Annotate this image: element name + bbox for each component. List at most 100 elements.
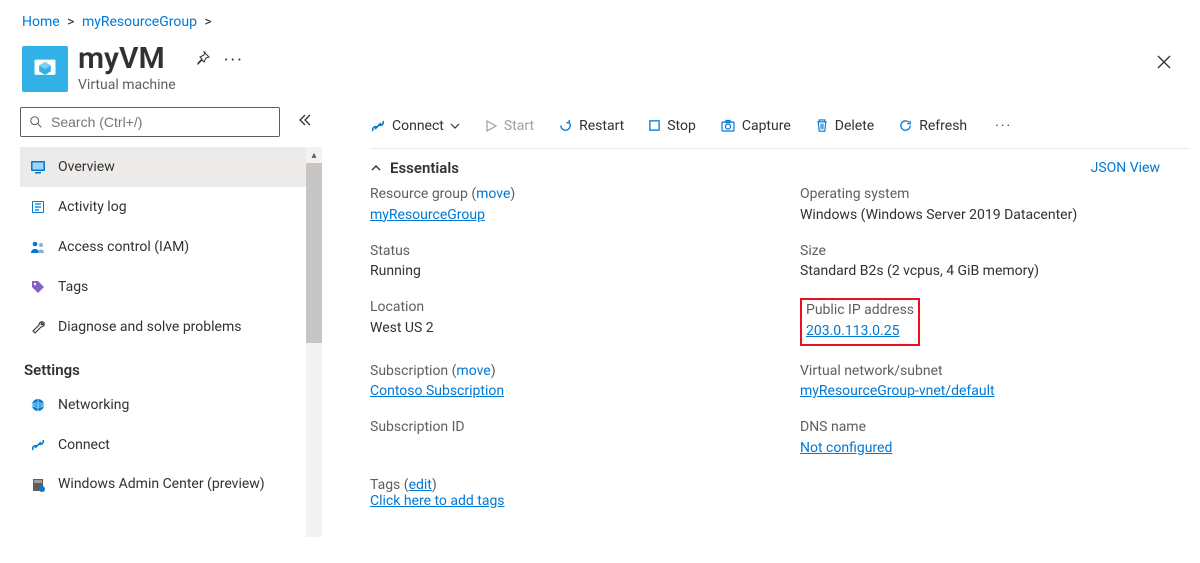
sidebar-item-label: Overview: [58, 159, 115, 175]
page-title: myVM: [78, 42, 176, 75]
size-label: Size: [800, 242, 1190, 262]
start-button[interactable]: Start: [484, 118, 534, 134]
sidebar-section-settings: Settings: [20, 347, 320, 385]
sidebar-item-wac[interactable]: Windows Admin Center (preview): [20, 465, 320, 504]
toolbar-more-button[interactable]: ···: [991, 118, 1016, 134]
sidebar-item-connect[interactable]: Connect: [20, 425, 320, 465]
os-label: Operating system: [800, 185, 1190, 205]
sidebar-item-networking[interactable]: Networking: [20, 385, 320, 425]
wrench-icon: [30, 319, 46, 335]
sidebar-item-label: Connect: [58, 437, 110, 453]
sidebar-item-label: Diagnose and solve problems: [58, 319, 241, 335]
breadcrumb: Home > myResourceGroup >: [0, 0, 1200, 36]
subid-label: Subscription ID: [370, 418, 780, 438]
restart-button[interactable]: Restart: [558, 118, 624, 134]
field-resource-group: Resource group (move) myResourceGroup: [370, 185, 780, 226]
sub-move-link[interactable]: move: [456, 363, 490, 379]
location-value: West US 2: [370, 318, 780, 339]
search-input[interactable]: [43, 108, 279, 136]
connect-label: Connect: [392, 118, 444, 134]
stop-button[interactable]: Stop: [648, 118, 696, 134]
connect-icon: [370, 118, 386, 134]
connect-icon: [30, 437, 46, 453]
sidebar-item-activity-log[interactable]: Activity log: [20, 187, 320, 227]
tag-icon: [30, 279, 46, 295]
tags-add-link[interactable]: Click here to add tags: [370, 493, 505, 509]
field-location: Location West US 2: [370, 298, 780, 346]
sidebar-item-access-control[interactable]: Access control (IAM): [20, 227, 320, 267]
rg-value-link[interactable]: myResourceGroup: [370, 207, 485, 223]
chevron-down-icon: [450, 121, 460, 131]
tags-label: Tags: [370, 477, 400, 493]
rg-move-link[interactable]: move: [476, 186, 510, 202]
play-icon: [484, 119, 498, 133]
command-bar: Connect Start Restart Stop Capture D: [370, 107, 1190, 149]
refresh-button[interactable]: Refresh: [898, 118, 967, 134]
sidebar-item-label: Networking: [58, 397, 129, 413]
field-subscription: Subscription (move) Contoso Subscription: [370, 362, 780, 403]
breadcrumb-group[interactable]: myResourceGroup: [82, 14, 197, 30]
start-label: Start: [504, 118, 534, 134]
json-view-link[interactable]: JSON View: [1091, 160, 1160, 176]
refresh-label: Refresh: [919, 118, 967, 134]
sidebar-item-tags[interactable]: Tags: [20, 267, 320, 307]
vnet-label: Virtual network/subnet: [800, 362, 1190, 382]
location-label: Location: [370, 298, 780, 318]
sidebar-item-label: Windows Admin Center (preview): [58, 475, 265, 494]
sub-value-link[interactable]: Contoso Subscription: [370, 383, 504, 399]
close-button[interactable]: [1150, 48, 1178, 81]
more-icon[interactable]: ···: [224, 50, 244, 71]
field-public-ip: Public IP address 203.0.113.0.25: [800, 298, 1190, 346]
field-tags: Tags (edit) Click here to add tags: [370, 477, 1190, 509]
log-icon: [30, 199, 46, 215]
field-size: Size Standard B2s (2 vcpus, 4 GiB memory…: [800, 242, 1190, 283]
sidebar-item-overview[interactable]: Overview: [20, 147, 320, 187]
sidebar-item-label: Access control (IAM): [58, 239, 189, 255]
breadcrumb-sep: >: [67, 14, 74, 30]
refresh-icon: [898, 118, 913, 133]
ip-value-link[interactable]: 203.0.113.0.25: [806, 323, 899, 339]
connect-button[interactable]: Connect: [370, 118, 460, 134]
pin-icon[interactable]: [194, 51, 210, 71]
vm-icon: [22, 46, 68, 92]
essentials-title: Essentials: [390, 159, 459, 177]
sidebar-scrollbar[interactable]: ▴: [306, 147, 322, 537]
collapse-sidebar-button[interactable]: [296, 112, 312, 132]
search-input-wrap[interactable]: [20, 107, 280, 137]
sidebar-item-label: Tags: [58, 279, 88, 295]
delete-label: Delete: [835, 118, 874, 134]
trash-icon: [815, 118, 829, 133]
field-status: Status Running: [370, 242, 780, 283]
people-icon: [30, 239, 46, 255]
sidebar-item-label: Activity log: [58, 199, 127, 215]
chevron-up-icon: [370, 162, 382, 174]
field-vnet: Virtual network/subnet myResourceGroup-v…: [800, 362, 1190, 403]
sub-label: Subscription: [370, 363, 448, 379]
server-icon: [30, 477, 46, 493]
stop-icon: [648, 119, 661, 132]
vnet-value-link[interactable]: myResourceGroup-vnet/default: [800, 383, 995, 399]
restart-icon: [558, 118, 573, 133]
status-value: Running: [370, 261, 780, 282]
sidebar-item-diagnose[interactable]: Diagnose and solve problems: [20, 307, 320, 347]
size-value: Standard B2s (2 vcpus, 4 GiB memory): [800, 261, 1190, 282]
dns-label: DNS name: [800, 418, 1190, 438]
field-dns: DNS name Not configured: [800, 418, 1190, 459]
delete-button[interactable]: Delete: [815, 118, 874, 134]
status-label: Status: [370, 242, 780, 262]
rg-label: Resource group: [370, 186, 468, 202]
dns-value-link[interactable]: Not configured: [800, 440, 892, 456]
field-os: Operating system Windows (Windows Server…: [800, 185, 1190, 226]
os-value: Windows (Windows Server 2019 Datacenter): [800, 205, 1190, 226]
restart-label: Restart: [579, 118, 624, 134]
tags-edit-link[interactable]: edit: [409, 477, 432, 493]
capture-label: Capture: [742, 118, 791, 134]
breadcrumb-home[interactable]: Home: [22, 14, 60, 30]
page-subtitle: Virtual machine: [78, 77, 176, 93]
ip-label: Public IP address: [806, 301, 914, 321]
essentials-toggle[interactable]: Essentials: [370, 159, 459, 177]
capture-button[interactable]: Capture: [720, 118, 791, 134]
breadcrumb-sep: >: [204, 14, 211, 30]
stop-label: Stop: [667, 118, 696, 134]
field-subscription-id: Subscription ID: [370, 418, 780, 459]
